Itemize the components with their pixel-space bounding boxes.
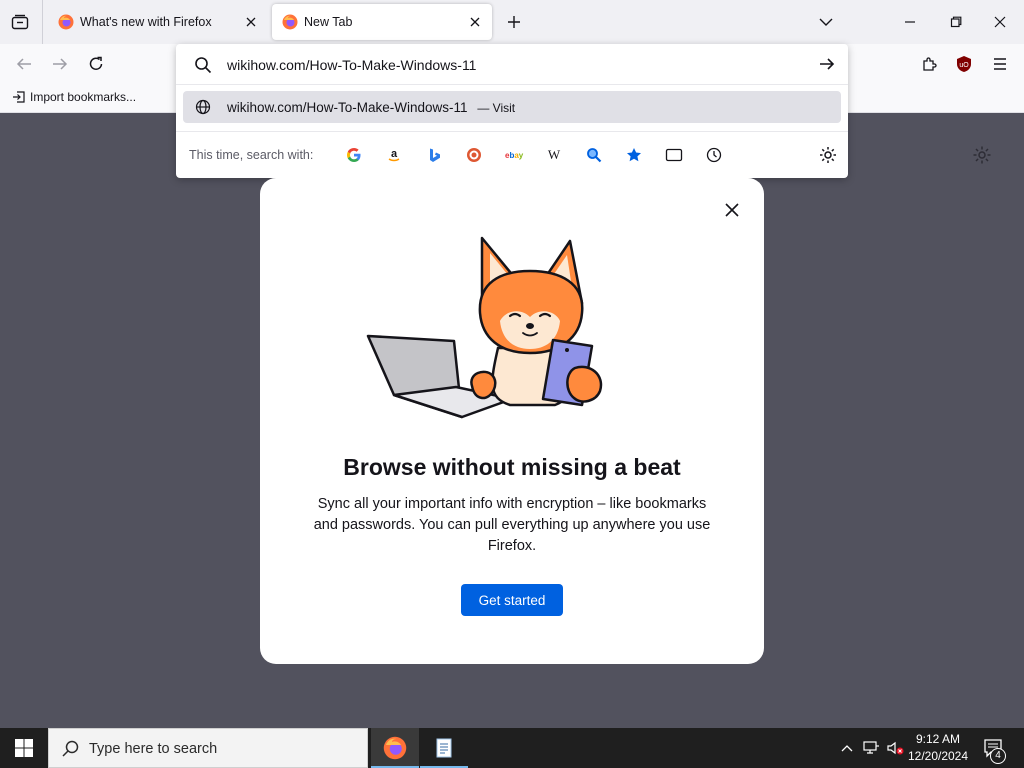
plus-icon[interactable] [504,12,524,32]
clock-date: 12/20/2024 [907,749,969,763]
search-icon [195,57,212,74]
network-icon[interactable] [861,728,881,768]
reload-icon[interactable] [85,53,107,75]
duckduckgo-icon[interactable] [464,145,484,165]
divider [176,84,848,85]
firefox-icon [58,14,74,30]
tab-title: What's new with Firefox [80,15,212,29]
url-suggestion-row[interactable]: wikihow.com/How-To-Make-Windows-11 — Vis… [183,91,841,123]
list-all-tabs-icon[interactable] [8,11,32,33]
puzzle-icon[interactable] [918,53,940,75]
address-bar-popup: wikihow.com/How-To-Make-Windows-11 wikih… [176,44,848,178]
fox-with-laptop-illustration [366,236,603,419]
notification-count-badge: 4 [990,748,1006,764]
search-settings-gear-icon[interactable] [818,145,838,165]
svg-text:uO: uO [959,62,969,69]
get-started-button[interactable]: Get started [461,584,563,616]
modal-title: Browse without missing a beat [343,454,681,480]
close-icon[interactable] [722,200,742,220]
svg-text:ebay: ebay [505,151,524,160]
back-arrow-icon[interactable] [13,53,35,75]
suggestion-url: wikihow.com/How-To-Make-Windows-11 [227,100,468,115]
chevron-up-icon[interactable] [838,728,856,768]
window-close-icon[interactable] [990,12,1010,32]
onboarding-modal: Browse without missing a beat Sync all y… [260,178,764,664]
wikipedia-icon[interactable]: W [544,145,564,165]
bing-icon[interactable] [424,145,444,165]
bookmark-star-icon[interactable] [624,145,644,165]
taskbar-firefox[interactable] [371,728,419,768]
go-arrow-icon[interactable] [818,55,836,73]
history-clock-icon[interactable] [704,145,724,165]
taskbar-search-box[interactable]: Type here to search [48,728,368,768]
document-app-icon [436,738,452,758]
one-off-label: This time, search with: [189,148,314,162]
tab-whats-new[interactable]: What's new with Firefox [48,4,268,40]
magnifier-engine-icon[interactable] [584,145,604,165]
firefox-icon [282,14,298,30]
tab-separator [42,0,43,44]
taskbar-clock[interactable]: 9:12 AM 12/20/2024 [902,731,974,765]
windows-taskbar: Type here to search 9:12 AM 12/20/2024 4 [0,728,1024,768]
import-bookmarks-label: Import bookmarks... [30,90,137,104]
close-tab-icon[interactable] [242,13,260,31]
windows-start-icon[interactable] [0,728,48,768]
tabs-icon[interactable] [664,145,684,165]
tab-title: New Tab [304,15,353,29]
one-off-search-row: This time, search with: a ebay W [176,132,848,178]
google-icon[interactable] [344,145,364,165]
suggestion-action: — Visit [477,101,516,115]
import-icon [13,91,25,103]
amazon-icon[interactable]: a [384,145,404,165]
svg-text:a: a [391,148,398,160]
modal-body-text: Sync all your important info with encryp… [313,496,711,554]
taskbar-search-placeholder: Type here to search [89,741,218,757]
tab-strip: What's new with Firefox New Tab [0,0,1024,44]
hamburger-menu-icon[interactable] [989,53,1011,75]
search-icon [62,740,79,757]
taskbar-app-notepad[interactable] [420,728,468,768]
svg-text:W: W [548,147,561,162]
tab-new-tab[interactable]: New Tab [272,4,492,40]
gear-icon[interactable] [972,145,992,165]
minimize-icon[interactable] [900,12,920,32]
chevron-down-icon[interactable] [816,12,836,32]
globe-icon [195,99,211,115]
import-bookmarks-button[interactable]: Import bookmarks... [12,90,136,104]
close-tab-icon[interactable] [466,13,484,31]
address-bar[interactable]: wikihow.com/How-To-Make-Windows-11 [176,44,848,84]
forward-arrow-icon[interactable] [49,53,71,75]
firefox-icon [383,736,407,760]
clock-time: 9:12 AM [915,732,961,746]
restore-icon[interactable] [946,12,966,32]
ublock-origin-icon[interactable]: uO [953,53,975,75]
address-bar-input[interactable]: wikihow.com/How-To-Make-Windows-11 [227,57,476,73]
ebay-icon[interactable]: ebay [504,145,524,165]
